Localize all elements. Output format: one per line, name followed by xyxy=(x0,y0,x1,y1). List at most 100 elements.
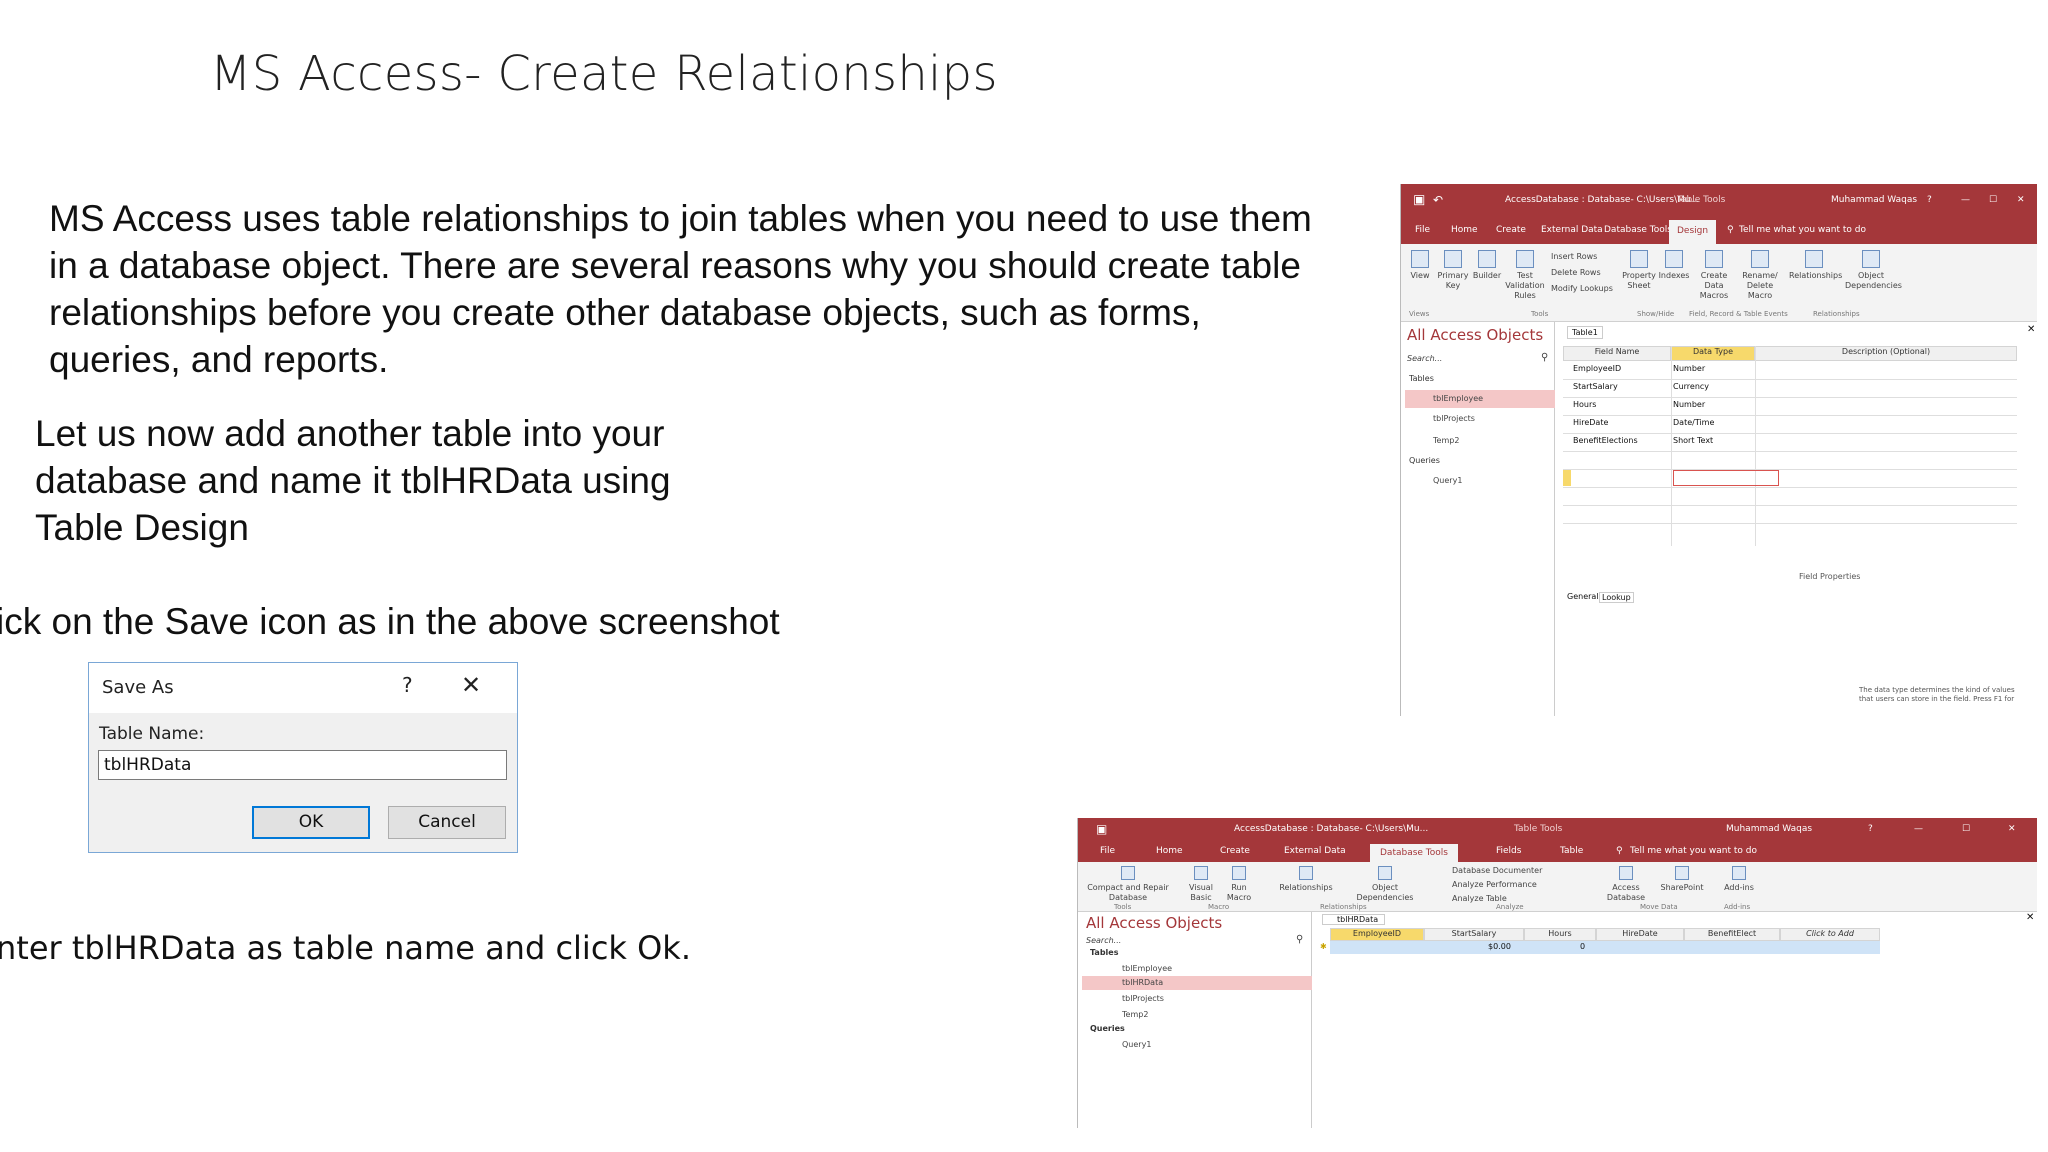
nav-search[interactable]: Search... xyxy=(1086,936,1121,945)
type-row[interactable]: Number xyxy=(1673,400,1705,409)
test-validation-button[interactable]: Test Validation Rules xyxy=(1503,250,1547,301)
help-icon[interactable]: ? xyxy=(1868,824,1873,834)
property-sheet-button[interactable]: Property Sheet xyxy=(1621,250,1657,291)
tab-create[interactable]: Create xyxy=(1220,846,1250,856)
relationships-button[interactable]: Relationships xyxy=(1789,250,1842,281)
nav-item-query1[interactable]: Query1 xyxy=(1433,476,1462,485)
prop-tab-general[interactable]: General xyxy=(1567,592,1599,601)
object-dependencies-button[interactable]: Object Dependencies xyxy=(1845,250,1902,291)
close-icon[interactable]: ✕ xyxy=(2026,912,2034,923)
tell-me-box[interactable]: Tell me what you want to do xyxy=(1739,225,1866,235)
database-documenter-button[interactable]: Database Documenter xyxy=(1452,866,1542,875)
col-hiredate[interactable]: HireDate xyxy=(1596,928,1684,941)
doc-tab-tblhrdata[interactable]: tblHRData xyxy=(1322,914,1386,925)
type-row[interactable]: Date/Time xyxy=(1673,418,1714,427)
tab-home[interactable]: Home xyxy=(1451,225,1478,235)
save-icon[interactable]: ▣ xyxy=(1096,822,1107,836)
compact-repair-button[interactable]: Compact and Repair Database xyxy=(1086,866,1170,903)
tab-table[interactable]: Table xyxy=(1560,846,1583,856)
row-hours[interactable]: 0 xyxy=(1580,942,1585,951)
access-database-button[interactable]: Access Database xyxy=(1604,866,1648,903)
row-startsalary[interactable]: $0.00 xyxy=(1488,942,1511,951)
nav-item-tblemployee[interactable]: tblEmployee xyxy=(1122,964,1172,973)
prop-tab-lookup[interactable]: Lookup xyxy=(1599,592,1634,603)
nav-header[interactable]: All Access Objects xyxy=(1086,914,1222,932)
field-row[interactable]: Hours xyxy=(1573,400,1596,409)
undo-icon[interactable]: ↶ xyxy=(1433,193,1443,207)
ok-button[interactable]: OK xyxy=(252,806,370,839)
help-icon[interactable]: ? xyxy=(402,673,413,697)
nav-queries-category[interactable]: Queries xyxy=(1409,456,1440,465)
builder-button[interactable]: Builder xyxy=(1471,250,1503,281)
view-button[interactable]: View xyxy=(1407,250,1433,281)
data-type-dropdown[interactable] xyxy=(1673,470,1779,486)
col-startsalary[interactable]: StartSalary xyxy=(1424,928,1524,941)
row-selector[interactable] xyxy=(1563,470,1571,486)
tab-database-tools[interactable]: Database Tools xyxy=(1604,225,1672,235)
modify-lookups-button[interactable]: Modify Lookups xyxy=(1551,284,1613,293)
nav-item-temp2[interactable]: Temp2 xyxy=(1122,1010,1148,1019)
relationships-button[interactable]: Relationships xyxy=(1272,866,1340,893)
rename-delete-macro-button[interactable]: Rename/ Delete Macro xyxy=(1737,250,1783,301)
field-row[interactable]: HireDate xyxy=(1573,418,1608,427)
analyze-performance-button[interactable]: Analyze Performance xyxy=(1452,880,1537,889)
tab-home[interactable]: Home xyxy=(1156,846,1183,856)
help-icon[interactable]: ? xyxy=(1927,195,1932,205)
nav-item-tblemployee[interactable]: tblEmployee xyxy=(1405,390,1555,408)
save-icon[interactable]: ▣ xyxy=(1413,193,1425,208)
type-row[interactable]: Number xyxy=(1673,364,1705,373)
run-macro-button[interactable]: Run Macro xyxy=(1222,866,1256,903)
col-data-type[interactable]: Data Type xyxy=(1671,346,1755,361)
col-field-name[interactable]: Field Name xyxy=(1563,346,1671,361)
col-hours[interactable]: Hours xyxy=(1524,928,1596,941)
nav-queries-category[interactable]: Queries xyxy=(1090,1024,1125,1033)
col-benefitelect[interactable]: BenefitElect xyxy=(1684,928,1780,941)
search-icon[interactable]: ⚲ xyxy=(1541,352,1548,363)
tab-file[interactable]: File xyxy=(1415,225,1430,235)
tab-create[interactable]: Create xyxy=(1496,225,1526,235)
minimize-icon[interactable]: — xyxy=(1961,195,1970,205)
analyze-table-button[interactable]: Analyze Table xyxy=(1452,894,1507,903)
close-icon[interactable]: ✕ xyxy=(2017,195,2025,205)
create-data-macros-button[interactable]: Create Data Macros xyxy=(1691,250,1737,301)
nav-item-tblhrdata[interactable]: tblHRData xyxy=(1082,976,1312,990)
field-row[interactable]: EmployeeID xyxy=(1573,364,1621,373)
type-row[interactable]: Currency xyxy=(1673,382,1709,391)
table-name-input[interactable]: tblHRData xyxy=(98,750,507,780)
tab-fields[interactable]: Fields xyxy=(1496,846,1521,856)
maximize-icon[interactable]: ☐ xyxy=(1962,824,1970,834)
tab-external-data[interactable]: External Data xyxy=(1284,846,1346,856)
field-row[interactable]: BenefitElections xyxy=(1573,436,1638,445)
search-icon[interactable]: ⚲ xyxy=(1296,934,1303,945)
add-ins-button[interactable]: Add-ins xyxy=(1724,866,1754,893)
close-icon[interactable]: ✕ xyxy=(2008,824,2016,834)
nav-item-tblprojects[interactable]: tblProjects xyxy=(1122,994,1164,1003)
nav-item-tblprojects[interactable]: tblProjects xyxy=(1433,414,1475,423)
indexes-button[interactable]: Indexes xyxy=(1657,250,1691,281)
primary-key-button[interactable]: Primary Key xyxy=(1435,250,1471,291)
cancel-button[interactable]: Cancel xyxy=(388,806,506,839)
insert-rows-button[interactable]: Insert Rows xyxy=(1551,252,1597,261)
nav-search[interactable]: Search... xyxy=(1407,354,1442,363)
table-row[interactable] xyxy=(1330,941,1880,954)
nav-tables-category[interactable]: Tables xyxy=(1409,374,1434,383)
type-row[interactable]: Short Text xyxy=(1673,436,1713,445)
sharepoint-button[interactable]: SharePoint xyxy=(1654,866,1710,893)
col-description[interactable]: Description (Optional) xyxy=(1755,346,2017,361)
object-dependencies-button[interactable]: Object Dependencies xyxy=(1350,866,1420,903)
close-icon[interactable]: ✕ xyxy=(461,671,481,699)
tab-external-data[interactable]: External Data xyxy=(1541,225,1603,235)
col-click-to-add[interactable]: Click to Add xyxy=(1780,928,1880,941)
nav-tables-category[interactable]: Tables xyxy=(1090,948,1118,957)
close-icon[interactable]: ✕ xyxy=(2027,324,2035,335)
minimize-icon[interactable]: — xyxy=(1914,824,1923,834)
nav-header[interactable]: All Access Objects xyxy=(1407,326,1543,344)
nav-item-query1[interactable]: Query1 xyxy=(1122,1040,1151,1049)
visual-basic-button[interactable]: Visual Basic xyxy=(1184,866,1218,903)
col-employeeid[interactable]: EmployeeID xyxy=(1330,928,1424,941)
nav-item-temp2[interactable]: Temp2 xyxy=(1433,436,1459,445)
doc-tab-table1[interactable]: Table1 xyxy=(1567,326,1603,339)
field-row[interactable]: StartSalary xyxy=(1573,382,1618,391)
tell-me-box[interactable]: Tell me what you want to do xyxy=(1630,846,1757,856)
tab-database-tools[interactable]: Database Tools xyxy=(1370,844,1458,862)
